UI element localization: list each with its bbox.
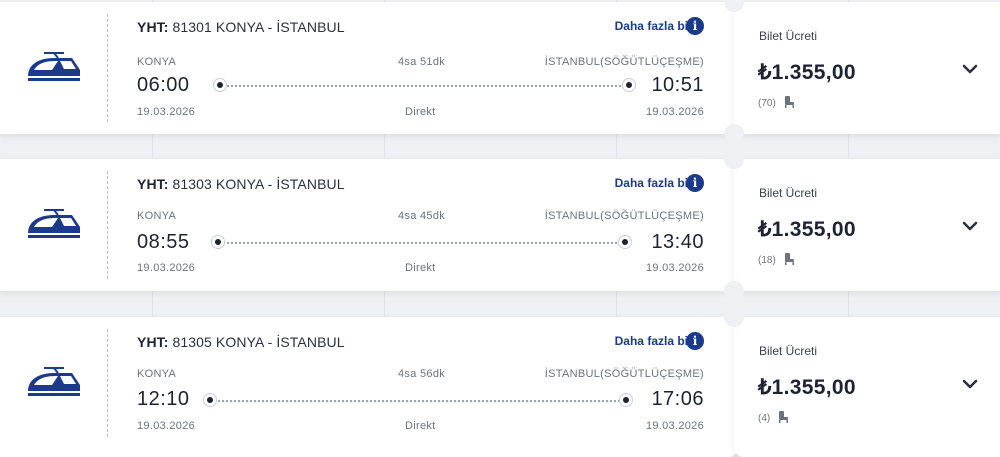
departure-dot	[211, 235, 225, 249]
departure-time: 12:10	[137, 388, 190, 410]
arrival-dot	[622, 78, 636, 92]
trip-details-panel: YHT: 81303 KONYA - İSTANBUL Daha fazla b…	[0, 159, 738, 291]
ticket-notch	[724, 307, 744, 327]
connection-type: Direkt	[405, 420, 436, 432]
arrival-station: İSTANBUL(SÖĞÜTLÜÇEŞME)	[544, 56, 704, 68]
train-title: YHT: 81301 KONYA - İSTANBUL	[137, 19, 345, 35]
arrival-time: 10:51	[651, 74, 704, 96]
ticket-divider	[107, 14, 108, 122]
train-icon	[28, 52, 80, 81]
train-title: YHT: 81303 KONYA - İSTANBUL	[137, 176, 345, 192]
trip-details-panel: YHT: 81305 KONYA - İSTANBUL Daha fazla b…	[0, 317, 738, 457]
ticket-notch	[724, 124, 744, 144]
arrival-date: 19.03.2026	[645, 420, 704, 432]
route-line	[220, 242, 628, 244]
price-label: Bilet Ücreti	[759, 186, 818, 200]
departure-station: KONYA	[137, 210, 177, 222]
info-icon[interactable]: i	[686, 17, 704, 35]
train-icon	[28, 209, 80, 238]
info-icon[interactable]: i	[686, 332, 704, 350]
departure-time: 06:00	[137, 74, 190, 96]
train-route: 81301 KONYA - İSTANBUL	[172, 19, 345, 35]
ticket-price: ₺1.355,00	[758, 61, 856, 84]
departure-time: 08:55	[137, 231, 190, 253]
seat-icon	[785, 253, 794, 265]
arrival-date: 19.03.2026	[645, 106, 704, 118]
seat-icon	[785, 96, 794, 108]
ticket-divider	[107, 171, 108, 279]
ticket-notch	[724, 281, 744, 301]
trip-duration: 4sa 51dk	[398, 56, 446, 68]
departure-station: KONYA	[137, 56, 177, 68]
seat-icon	[779, 411, 788, 423]
chevron-down-icon[interactable]	[961, 60, 979, 78]
arrival-station: İSTANBUL(SÖĞÜTLÜÇEŞME)	[544, 368, 704, 380]
route-line	[214, 400, 628, 402]
train-route: 81305 KONYA - İSTANBUL	[172, 334, 345, 350]
train-title: YHT: 81305 KONYA - İSTANBUL	[137, 334, 345, 350]
available-seats: (70)	[758, 98, 776, 109]
departure-station: KONYA	[137, 368, 177, 380]
trip-duration: 4sa 56dk	[398, 368, 446, 380]
departure-date: 19.03.2026	[137, 420, 196, 432]
arrival-date: 19.03.2026	[645, 262, 704, 274]
departure-dot	[203, 393, 217, 407]
train-type: YHT:	[137, 176, 169, 192]
ticket-price: ₺1.355,00	[758, 218, 856, 241]
connection-type: Direkt	[405, 262, 436, 274]
trip-details-panel: YHT: 81301 KONYA - İSTANBUL Daha fazla b…	[0, 2, 738, 134]
arrival-dot	[619, 393, 633, 407]
available-seats: (4)	[758, 413, 771, 424]
arrival-time: 13:40	[651, 231, 704, 253]
info-icon[interactable]: i	[686, 174, 704, 192]
departure-date: 19.03.2026	[137, 106, 196, 118]
train-route: 81303 KONYA - İSTANBUL	[172, 176, 345, 192]
departure-date: 19.03.2026	[137, 262, 196, 274]
trip-card[interactable]: YHT: 81303 KONYA - İSTANBUL Daha fazla b…	[0, 149, 1000, 301]
departure-dot	[213, 78, 227, 92]
train-icon	[28, 367, 80, 396]
arrival-dot	[618, 235, 632, 249]
train-type: YHT:	[137, 334, 169, 350]
price-label: Bilet Ücreti	[759, 29, 818, 43]
trip-duration: 4sa 45dk	[398, 210, 446, 222]
route-line	[220, 85, 628, 87]
connection-type: Direkt	[405, 106, 436, 118]
trip-card[interactable]: YHT: 81305 KONYA - İSTANBUL Daha fazla b…	[0, 307, 1000, 457]
arrival-time: 17:06	[651, 388, 704, 410]
price-label: Bilet Ücreti	[759, 344, 818, 358]
ticket-notch	[724, 149, 744, 169]
available-seats: (18)	[758, 255, 776, 266]
chevron-down-icon[interactable]	[961, 375, 979, 393]
trip-card[interactable]: YHT: 81301 KONYA - İSTANBUL Daha fazla b…	[0, 0, 1000, 144]
ticket-price: ₺1.355,00	[758, 376, 856, 399]
ticket-divider	[107, 329, 108, 437]
train-type: YHT:	[137, 19, 169, 35]
chevron-down-icon[interactable]	[961, 217, 979, 235]
arrival-station: İSTANBUL(SÖĞÜTLÜÇEŞME)	[544, 210, 704, 222]
